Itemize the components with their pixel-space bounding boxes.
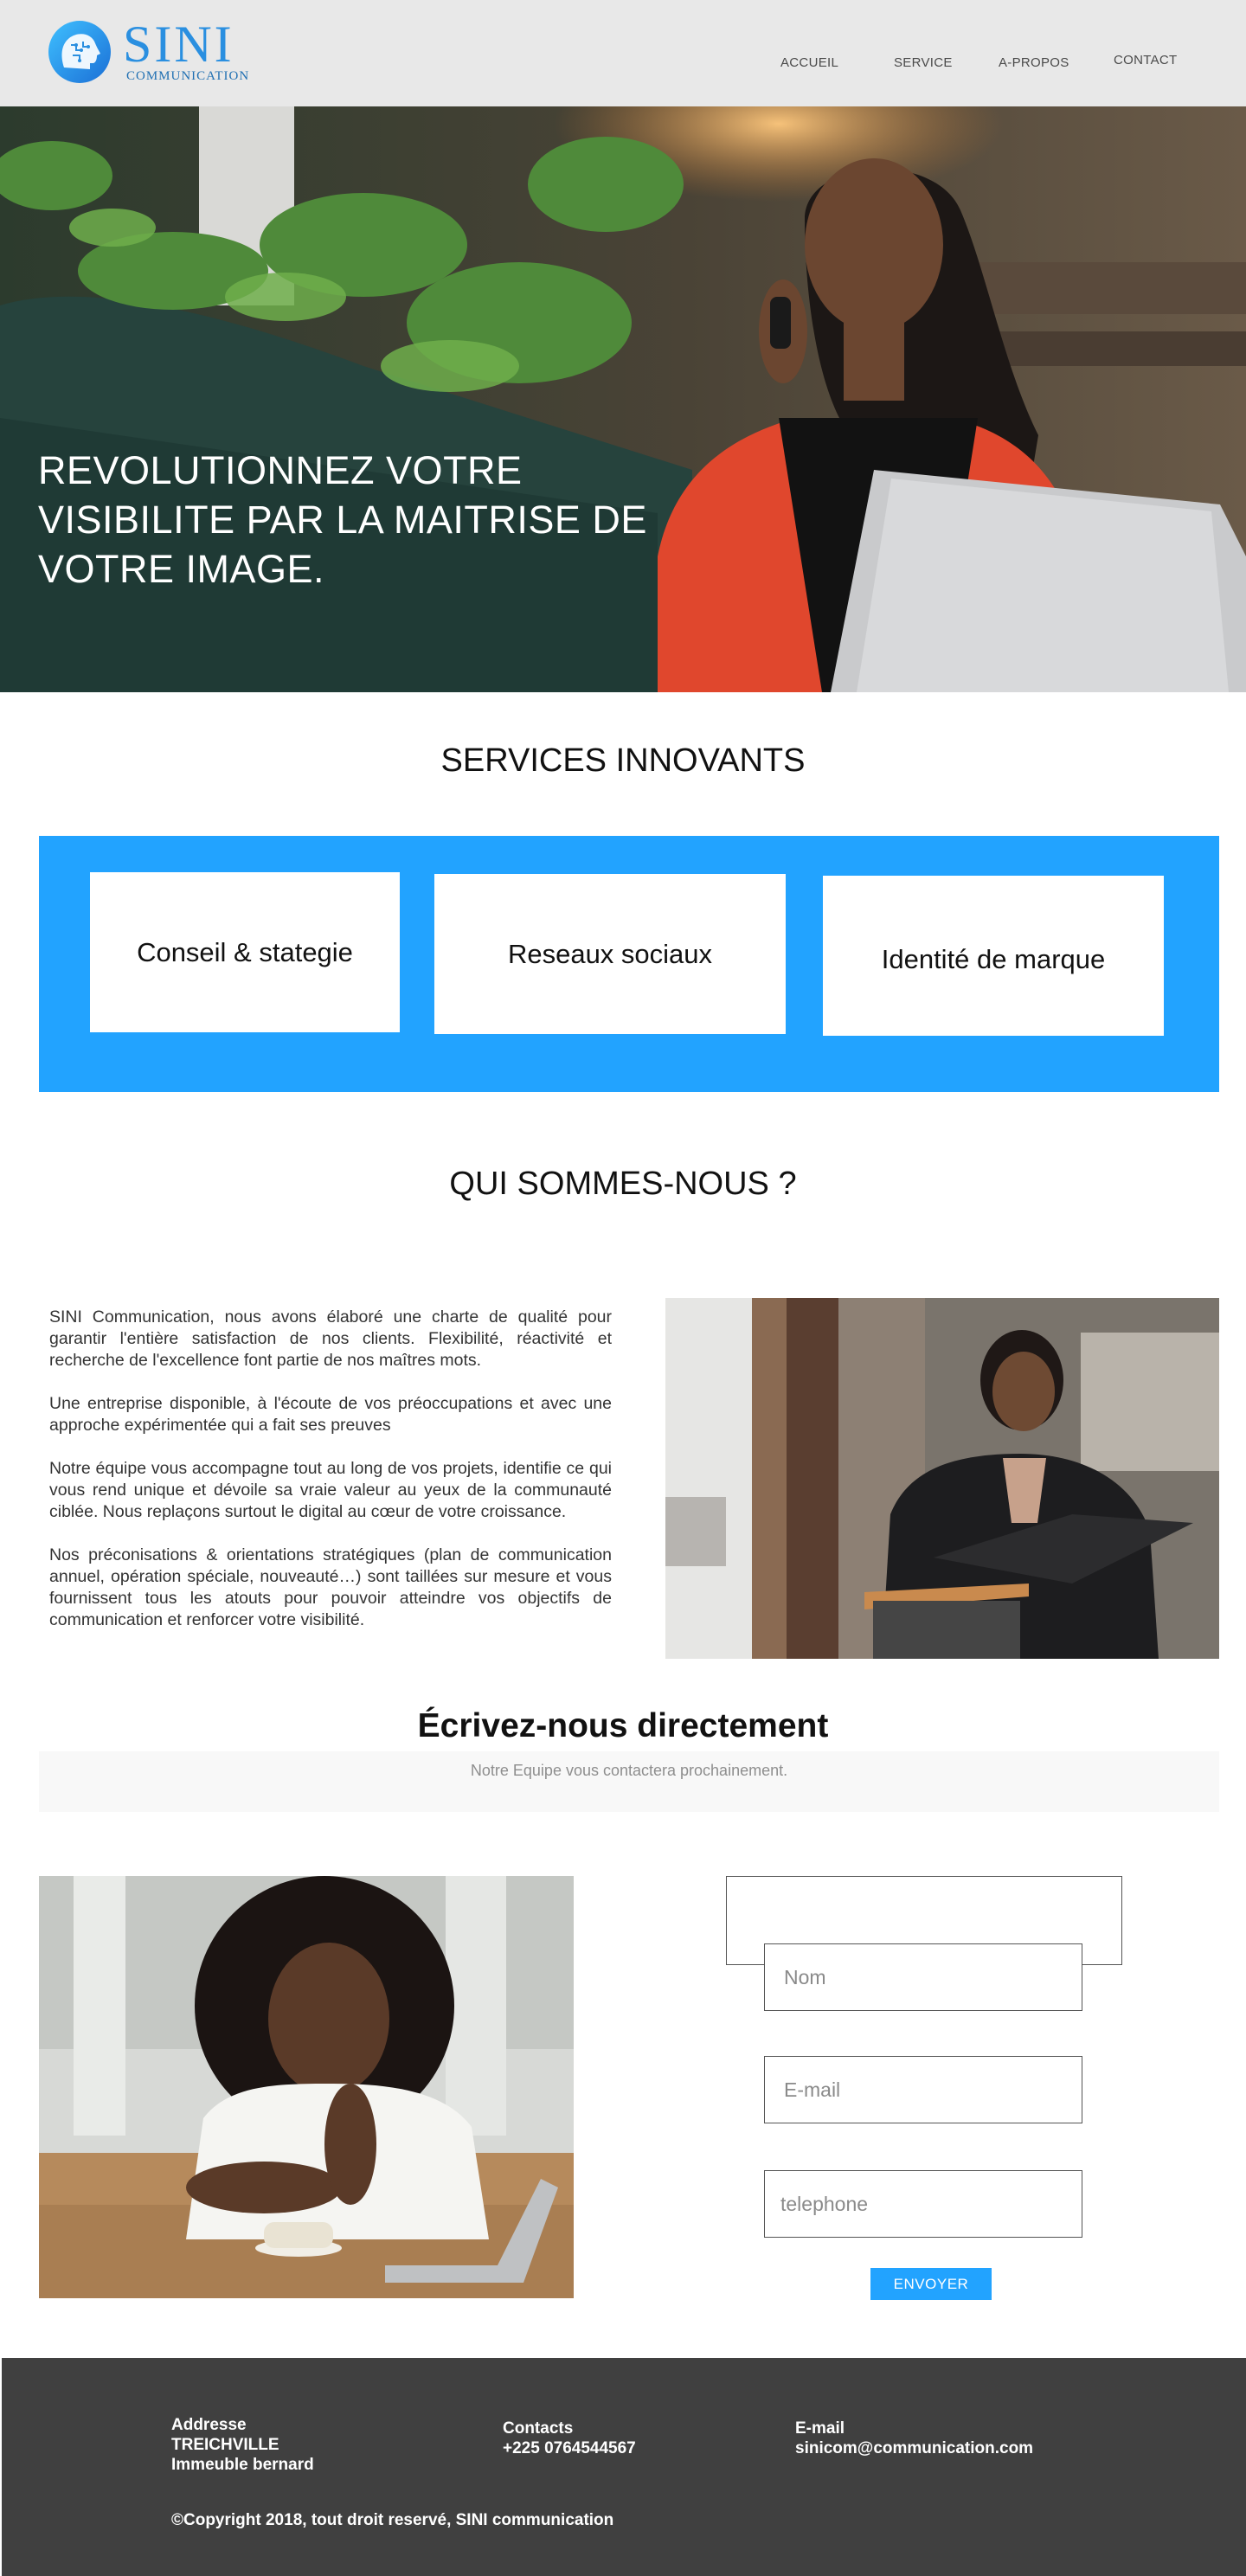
footer-contacts-label: Contacts	[503, 2419, 574, 2438]
contact-title: Écrivez-nous directement	[417, 1707, 829, 1744]
nav-link-accueil[interactable]: ACCUEIL	[780, 55, 838, 70]
footer-address-line: Immeuble bernard	[171, 2456, 314, 2474]
footer-email-block: E-mail sinicom@communication.com	[795, 2419, 1033, 2458]
footer-email[interactable]: sinicom@communication.com	[795, 2438, 1033, 2458]
footer-contacts: Contacts +225 0764544567	[503, 2419, 636, 2458]
about-text: SINI Communication, nous avons élaboré u…	[49, 1307, 612, 1653]
hero-title-line: REVOLUTIONNEZ VOTRE	[38, 448, 523, 492]
service-card-identite[interactable]: Identité de marque	[823, 876, 1164, 1036]
brand-logo[interactable]: SINI COMMUNICATION	[47, 16, 250, 88]
about-paragraph: SINI Communication, nous avons élaboré u…	[49, 1307, 612, 1370]
nav-link-a-propos[interactable]: A-PROPOS	[999, 55, 1069, 70]
brand-name: SINI	[123, 16, 234, 73]
footer-address: Addresse TREICHVILLE Immeuble bernard	[171, 2415, 314, 2475]
footer-phone[interactable]: +225 0764544567	[503, 2438, 636, 2458]
about-photo-image	[665, 1298, 1219, 1659]
service-card-reseaux[interactable]: Reseaux sociaux	[434, 874, 786, 1034]
hero-photo	[0, 106, 1246, 692]
about-paragraph: Une entreprise disponible, à l'écoute de…	[49, 1394, 612, 1435]
footer-email-label: E-mail	[795, 2419, 845, 2438]
about-title: QUI SOMMES-NOUS ?	[449, 1166, 797, 1202]
hero-banner: REVOLUTIONNEZ VOTRE VISIBILITE PAR LA MA…	[0, 106, 1246, 692]
about-paragraph: Notre équipe vous accompagne tout au lon…	[49, 1459, 612, 1521]
contact-photo	[39, 1876, 574, 2298]
name-field[interactable]: Nom	[764, 1943, 1082, 2011]
hero-title-line: VISIBILITE PAR LA MAITRISE DE	[38, 498, 647, 542]
email-field[interactable]: E-mail	[764, 2056, 1082, 2123]
footer-address-label: Addresse	[171, 2416, 247, 2434]
contact-subtitle-band: Notre Equipe vous contactera prochaineme…	[39, 1751, 1219, 1812]
nav-link-contact[interactable]: CONTACT	[1114, 53, 1177, 67]
brain-head-icon	[48, 21, 111, 83]
services-title: SERVICES INNOVANTS	[440, 742, 806, 779]
contact-subtitle: Notre Equipe vous contactera prochaineme…	[470, 1762, 788, 1779]
brand-subtitle: COMMUNICATION	[126, 69, 250, 83]
hero-title: REVOLUTIONNEZ VOTRE VISIBILITE PAR LA MA…	[38, 446, 678, 594]
services-band: Conseil & stategie Reseaux sociaux Ident…	[39, 836, 1219, 1092]
contact-photo-image	[39, 1876, 574, 2298]
about-photo	[665, 1298, 1219, 1659]
service-card-conseil[interactable]: Conseil & stategie	[90, 872, 400, 1032]
footer-copyright: ©Copyright 2018, tout droit reservé, SIN…	[171, 2511, 614, 2529]
site-header: SINI COMMUNICATION ACCUEIL SERVICE A-PRO…	[0, 0, 1246, 106]
site-footer: Addresse TREICHVILLE Immeuble bernard Co…	[2, 2358, 1246, 2576]
send-button[interactable]: ENVOYER	[870, 2268, 992, 2300]
hero-title-line: VOTRE IMAGE.	[38, 547, 325, 591]
phone-field[interactable]: telephone	[764, 2170, 1082, 2238]
nav-link-service[interactable]: SERVICE	[894, 55, 953, 70]
footer-address-line: TREICHVILLE	[171, 2436, 279, 2454]
about-paragraph: Nos préconisations & orientations straté…	[49, 1545, 612, 1629]
